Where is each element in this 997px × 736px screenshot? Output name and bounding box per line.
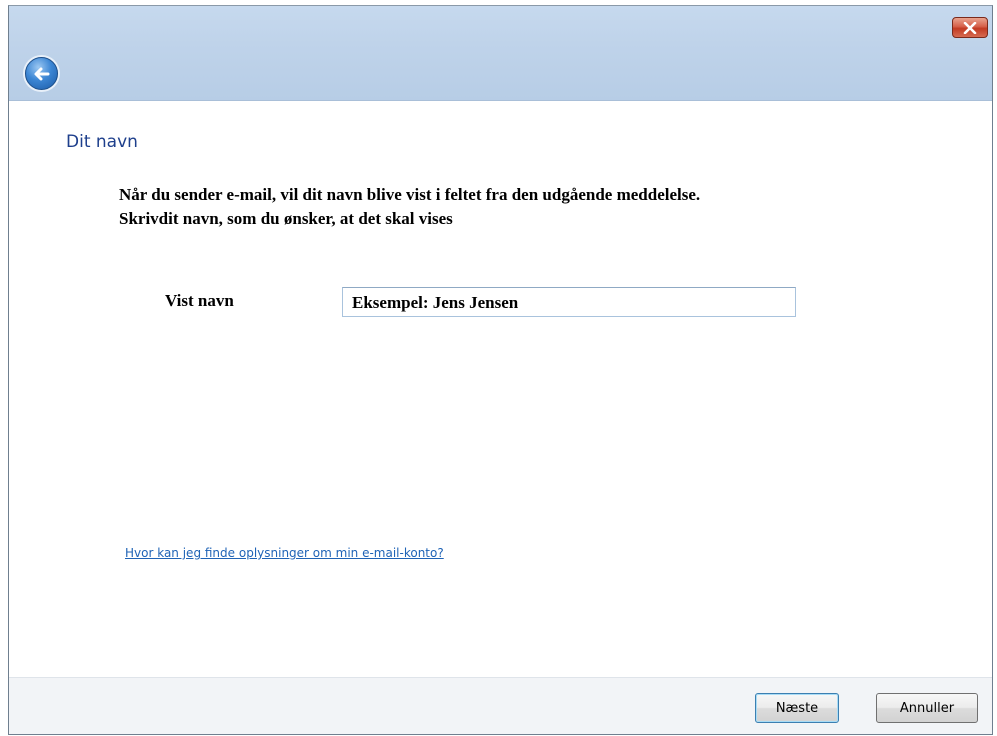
instruction-line-2: Skrivdit navn, som du ønsker, at det ska…	[119, 209, 453, 228]
back-button[interactable]	[25, 57, 58, 90]
button-bar: Næste Annuller	[9, 677, 992, 734]
page-title: Dit navn	[66, 132, 138, 152]
wizard-window: Dit navn Når du sender e-mail, vil dit n…	[8, 5, 993, 735]
back-arrow-icon	[34, 67, 49, 80]
close-button[interactable]	[952, 17, 988, 38]
instruction-text: Når du sender e-mail, vil dit navn blive…	[119, 183, 939, 231]
close-icon	[963, 21, 977, 34]
dialog-content: Dit navn Når du sender e-mail, vil dit n…	[9, 102, 992, 662]
cancel-button[interactable]: Annuller	[876, 693, 978, 723]
instruction-line-1: Når du sender e-mail, vil dit navn blive…	[119, 185, 701, 204]
next-button[interactable]: Næste	[755, 693, 839, 723]
email-account-help-link[interactable]: Hvor kan jeg finde oplysninger om min e-…	[125, 546, 444, 560]
display-name-input[interactable]	[342, 287, 796, 317]
display-name-label: Vist navn	[165, 291, 234, 310]
title-bar	[9, 6, 992, 101]
